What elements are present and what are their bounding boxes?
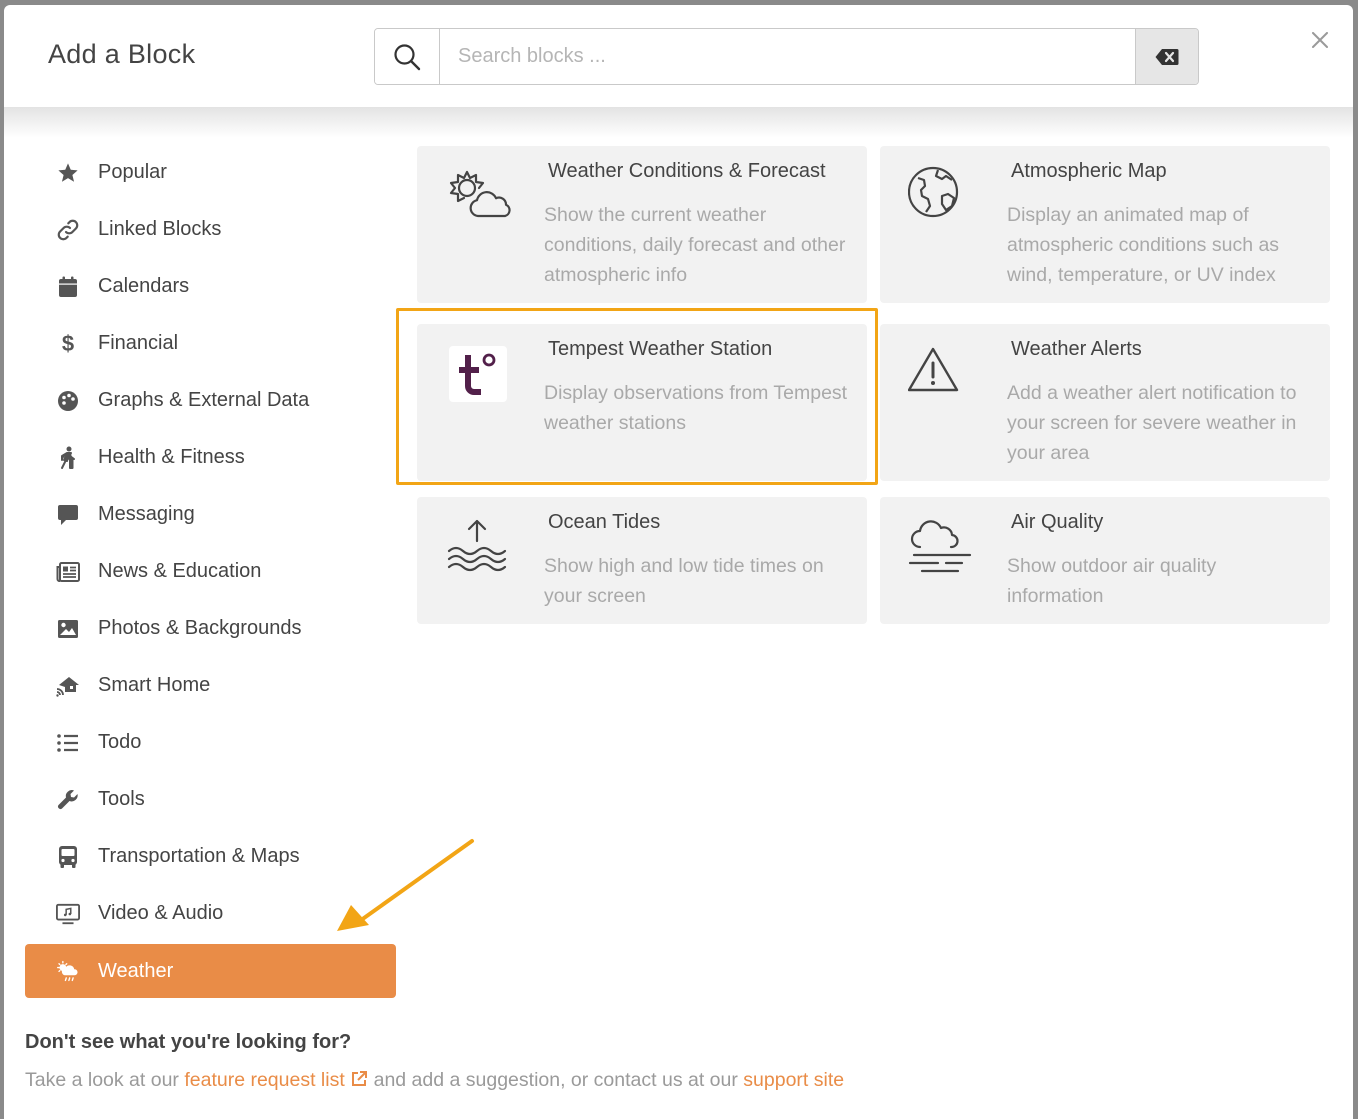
sidebar-item-label: Linked Blocks [98, 218, 222, 240]
smart-home-icon [56, 674, 80, 698]
image-icon [56, 617, 80, 641]
footer-text: Take a look at our feature request list … [25, 1069, 844, 1092]
sidebar-item-label: Todo [98, 731, 142, 753]
modal-header: Add a Block [4, 5, 1353, 108]
block-card-weather-conditions[interactable]: Weather Conditions & Forecast Show the c… [417, 146, 867, 303]
warning-triangle-icon [907, 344, 978, 404]
block-description: Display observations from Tempest weathe… [544, 382, 848, 434]
search-icon [394, 43, 421, 70]
sidebar-item-health[interactable]: Health & Fitness [25, 429, 396, 486]
search-bar [374, 28, 1199, 85]
sidebar-item-label: Popular [98, 161, 167, 183]
star-icon [56, 161, 80, 185]
sidebar-item-graphs[interactable]: Graphs & External Data [25, 372, 396, 429]
block-description: Show outdoor air quality information [1007, 555, 1217, 607]
sidebar-item-weather[interactable]: Weather [25, 944, 396, 998]
block-title: Weather Conditions & Forecast [548, 160, 826, 182]
close-button[interactable] [1309, 29, 1331, 51]
footer-question: Don't see what you're looking for? [25, 1031, 352, 1053]
list-icon [56, 731, 80, 755]
search-button[interactable] [375, 29, 440, 84]
add-block-modal: Add a Block Popular Linked Blocks Calend… [4, 5, 1353, 1119]
close-icon [1312, 32, 1328, 48]
sidebar-item-tools[interactable]: Tools [25, 771, 396, 828]
newspaper-icon [56, 560, 80, 584]
clear-search-button[interactable] [1135, 29, 1198, 84]
block-card-atmospheric-map[interactable]: Atmospheric Map Display an animated map … [880, 146, 1330, 303]
globe-icon [907, 166, 978, 226]
sidebar-item-label: Calendars [98, 275, 190, 297]
sidebar-item-label: Financial [98, 332, 179, 354]
block-card-ocean-tides[interactable]: Ocean Tides Show high and low tide times… [417, 497, 867, 624]
sun-cloud-icon [445, 166, 515, 226]
backspace-icon [1155, 48, 1179, 65]
block-title: Atmospheric Map [1011, 160, 1167, 182]
annotation-arrow-icon [337, 839, 474, 931]
sidebar-item-label: Weather [98, 959, 174, 982]
tempest-logo-icon [445, 344, 515, 404]
sidebar-item-label: Health & Fitness [98, 446, 245, 468]
sidebar-item-todo[interactable]: Todo [25, 714, 396, 771]
block-description: Show high and low tide times on your scr… [544, 555, 824, 607]
palette-icon [56, 389, 80, 413]
sidebar-item-news[interactable]: News & Education [25, 543, 396, 600]
support-site-link[interactable]: support site [743, 1069, 844, 1091]
sidebar-item-popular[interactable]: Popular [25, 144, 396, 201]
block-description: Show the current weather conditions, dai… [544, 204, 846, 286]
block-description: Add a weather alert notification to your… [1007, 382, 1297, 464]
comment-icon [56, 503, 80, 527]
cloud-fog-icon [908, 517, 978, 577]
sidebar-item-label: Photos & Backgrounds [98, 617, 302, 639]
header-shadow [4, 108, 1353, 138]
sidebar-item-linked-blocks[interactable]: Linked Blocks [25, 201, 396, 258]
link-icon [56, 218, 80, 242]
block-card-weather-alerts[interactable]: Weather Alerts Add a weather alert notif… [880, 324, 1330, 481]
sidebar-item-label: Smart Home [98, 674, 211, 696]
sidebar-item-messaging[interactable]: Messaging [25, 486, 396, 543]
sidebar-item-label: News & Education [98, 560, 262, 582]
block-title: Weather Alerts [1011, 338, 1142, 360]
wrench-icon [56, 788, 80, 812]
block-title: Tempest Weather Station [548, 338, 773, 360]
footer-text-middle: and add a suggestion, or contact us at o… [368, 1069, 744, 1091]
sidebar-item-calendars[interactable]: Calendars [25, 258, 396, 315]
search-input[interactable] [440, 29, 1135, 84]
sidebar-item-photos[interactable]: Photos & Backgrounds [25, 600, 396, 657]
sidebar-item-label: Tools [98, 788, 145, 810]
walking-icon [56, 446, 80, 470]
feature-request-link[interactable]: feature request list [184, 1069, 368, 1091]
modal-title: Add a Block [48, 39, 196, 69]
calendar-icon [56, 275, 80, 299]
block-description: Display an animated map of atmospheric c… [1007, 204, 1280, 286]
dollar-icon: $ [61, 330, 75, 356]
block-title: Air Quality [1011, 511, 1104, 533]
sidebar-item-financial[interactable]: $ Financial [25, 315, 396, 372]
cloud-sun-rain-icon [56, 959, 80, 983]
monitor-music-icon [56, 902, 80, 926]
external-link-icon [352, 1071, 368, 1086]
footer-text-before: Take a look at our [25, 1069, 185, 1091]
sidebar-item-label: Messaging [98, 503, 195, 525]
sidebar-item-label: Transportation & Maps [98, 845, 300, 867]
tide-icon [445, 517, 515, 577]
sidebar-item-smart-home[interactable]: Smart Home [25, 657, 396, 714]
bus-icon [56, 845, 80, 869]
block-card-air-quality[interactable]: Air Quality Show outdoor air quality inf… [880, 497, 1330, 624]
block-title: Ocean Tides [548, 511, 661, 533]
sidebar-item-label: Graphs & External Data [98, 389, 310, 411]
block-card-tempest-weather-station[interactable]: Tempest Weather Station Display observat… [417, 324, 867, 481]
sidebar-item-label: Video & Audio [98, 902, 224, 924]
